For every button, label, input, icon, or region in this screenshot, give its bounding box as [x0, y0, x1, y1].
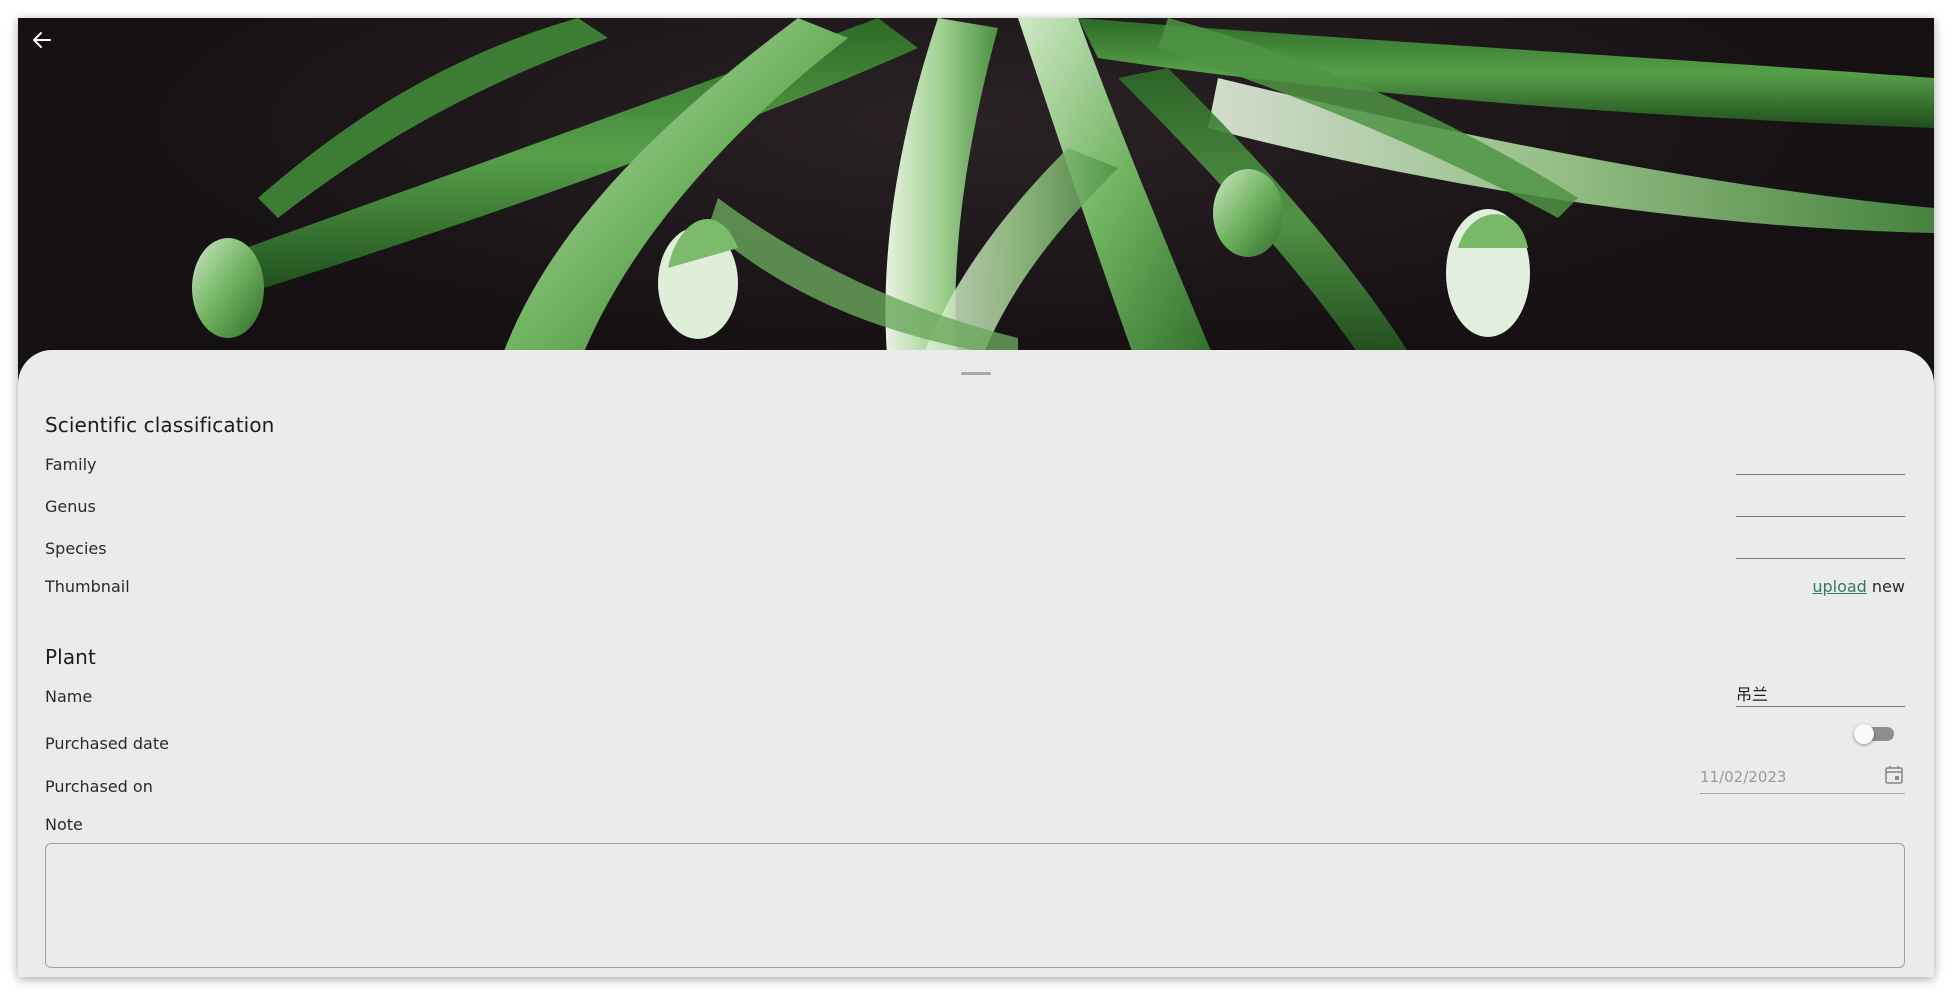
- genus-label: Genus: [45, 497, 96, 516]
- note-label: Note: [45, 815, 83, 834]
- purchased-on-field[interactable]: 11/02/2023: [1700, 762, 1905, 794]
- plant-photo-art: [192, 18, 1934, 368]
- calendar-icon[interactable]: [1883, 764, 1905, 786]
- purchased-on-value: 11/02/2023: [1700, 768, 1787, 786]
- drag-handle[interactable]: [961, 372, 991, 375]
- purchased-date-label: Purchased date: [45, 734, 169, 753]
- family-field[interactable]: [1736, 445, 1905, 475]
- thumbnail-upload: upload new: [1812, 577, 1905, 596]
- classification-title: Scientific classification: [45, 413, 275, 437]
- species-label: Species: [45, 539, 107, 558]
- name-label: Name: [45, 687, 93, 706]
- name-field[interactable]: 吊兰: [1736, 677, 1905, 707]
- genus-field[interactable]: [1736, 487, 1905, 517]
- back-button[interactable]: [32, 30, 66, 64]
- plant-title: Plant: [45, 645, 96, 669]
- species-field[interactable]: [1736, 529, 1905, 559]
- detail-sheet: Scientific classification Family Genus S…: [18, 350, 1934, 977]
- app-window: Scientific classification Family Genus S…: [18, 18, 1934, 977]
- purchased-date-toggle[interactable]: [1854, 724, 1894, 744]
- plant-photo: [18, 18, 1934, 368]
- family-label: Family: [45, 455, 97, 474]
- upload-suffix: new: [1871, 577, 1905, 596]
- toggle-knob: [1854, 724, 1874, 744]
- purchased-on-label: Purchased on: [45, 777, 153, 796]
- note-textarea[interactable]: [45, 843, 1905, 968]
- arrow-left-icon: [33, 32, 51, 48]
- thumbnail-label: Thumbnail: [45, 577, 130, 596]
- upload-link[interactable]: upload: [1812, 577, 1867, 596]
